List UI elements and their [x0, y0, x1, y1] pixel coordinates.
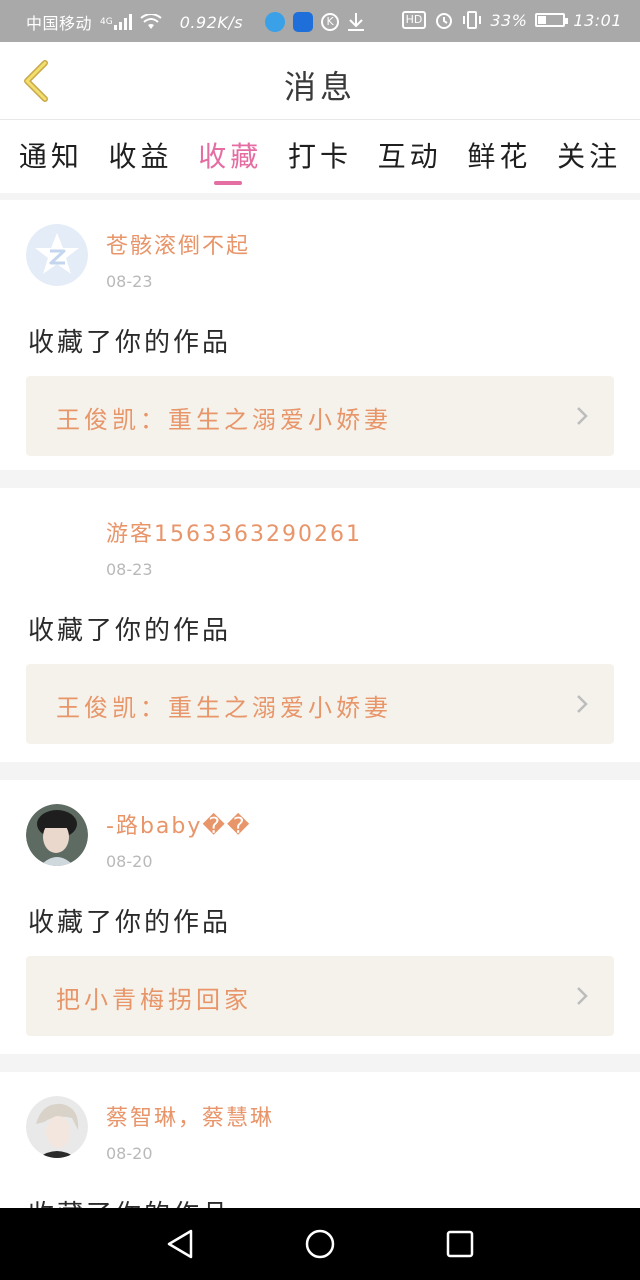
message-card: 蔡智琳，蔡慧琳 08-20 收藏了你的作品 [0, 1072, 640, 1208]
action-text: 收藏了你的作品 [28, 1194, 231, 1208]
default-star-avatar-icon [26, 224, 88, 286]
status-bar-right: HD 33% 13:01 [401, 10, 622, 30]
battery-icon [535, 13, 569, 27]
tab-flowers[interactable]: 鲜花 [467, 121, 531, 193]
tab-interaction[interactable]: 互动 [378, 121, 442, 193]
nav-home-button[interactable] [290, 1214, 350, 1274]
network-type-label: 4G [100, 17, 113, 27]
username[interactable]: 游客1563363290261 [106, 516, 362, 548]
tab-notifications[interactable]: 通知 [19, 121, 83, 193]
shield-app-icon [293, 12, 314, 32]
message-date: 08-23 [106, 560, 153, 579]
chevron-right-icon [577, 987, 588, 1005]
tab-favorites[interactable]: 收藏 [198, 121, 262, 193]
nav-back-button[interactable] [150, 1214, 210, 1274]
message-date: 08-23 [106, 272, 153, 291]
photo-avatar-icon [26, 1096, 88, 1158]
action-text: 收藏了你的作品 [28, 616, 232, 646]
chevron-right-icon [577, 407, 588, 425]
carrier-label: 中国移动 [26, 14, 93, 33]
action-text: 收藏了你的作品 [28, 908, 232, 938]
triangle-back-icon [167, 1229, 193, 1259]
system-nav-bar [0, 1208, 640, 1280]
page-title: 消息 [283, 68, 356, 106]
message-card: 游客1563363290261 08-23 收藏了你的作品 王俊凯：重生之溺爱小… [0, 488, 640, 762]
chevron-right-icon [577, 695, 588, 713]
k-app-icon: K [321, 13, 340, 31]
divider [0, 762, 640, 780]
message-card: 苍骸滚倒不起 08-23 收藏了你的作品 王俊凯：重生之溺爱小娇妻 [0, 200, 640, 470]
message-date: 08-20 [106, 1144, 153, 1163]
tab-checkin[interactable]: 打卡 [288, 121, 352, 193]
square-recent-icon [446, 1230, 474, 1258]
wifi-icon [140, 14, 162, 30]
tab-bar: 通知 收益 收藏 打卡 互动 鲜花 关注 [0, 121, 640, 193]
avatar[interactable] [26, 1096, 88, 1158]
vibrate-icon [462, 10, 482, 30]
photo-avatar-icon [26, 804, 88, 866]
status-bar-left: 中国移动 4G 0.92K/s K [26, 10, 365, 34]
hd-badge: HD [401, 11, 427, 29]
signal-icon: 4G [100, 14, 132, 30]
work-title: 把小青梅拐回家 [56, 986, 252, 1014]
message-date: 08-20 [106, 852, 153, 871]
avatar[interactable] [26, 804, 88, 866]
music-app-icon [265, 12, 286, 32]
battery-level [538, 16, 547, 24]
divider [0, 470, 640, 488]
battery-percent: 33% [490, 10, 528, 30]
avatar[interactable] [26, 224, 88, 286]
status-bar: 中国移动 4G 0.92K/s K HD 33% 13:01 [0, 0, 640, 42]
tab-follow[interactable]: 关注 [557, 121, 621, 193]
network-speed: 0.92K/s [179, 12, 244, 32]
nav-recent-button[interactable] [430, 1214, 490, 1274]
username[interactable]: -路baby�� [106, 808, 252, 840]
download-icon [347, 12, 365, 32]
tab-earnings[interactable]: 收益 [109, 121, 173, 193]
username[interactable]: 苍骸滚倒不起 [106, 228, 250, 260]
work-title: 王俊凯：重生之溺爱小娇妻 [56, 694, 392, 722]
work-title: 王俊凯：重生之溺爱小娇妻 [56, 406, 392, 434]
message-card: -路baby�� 08-20 收藏了你的作品 把小青梅拐回家 [0, 780, 640, 1054]
header: 消息 [0, 42, 640, 120]
work-link[interactable]: 王俊凯：重生之溺爱小娇妻 [26, 376, 614, 456]
username[interactable]: 蔡智琳，蔡慧琳 [106, 1100, 274, 1132]
action-text: 收藏了你的作品 [28, 328, 232, 358]
clock: 13:01 [573, 10, 622, 30]
alarm-icon [434, 10, 454, 30]
avatar[interactable] [26, 512, 88, 574]
circle-home-icon [305, 1229, 335, 1259]
work-link[interactable]: 把小青梅拐回家 [26, 956, 614, 1036]
work-link[interactable]: 王俊凯：重生之溺爱小娇妻 [26, 664, 614, 744]
divider [0, 1054, 640, 1072]
